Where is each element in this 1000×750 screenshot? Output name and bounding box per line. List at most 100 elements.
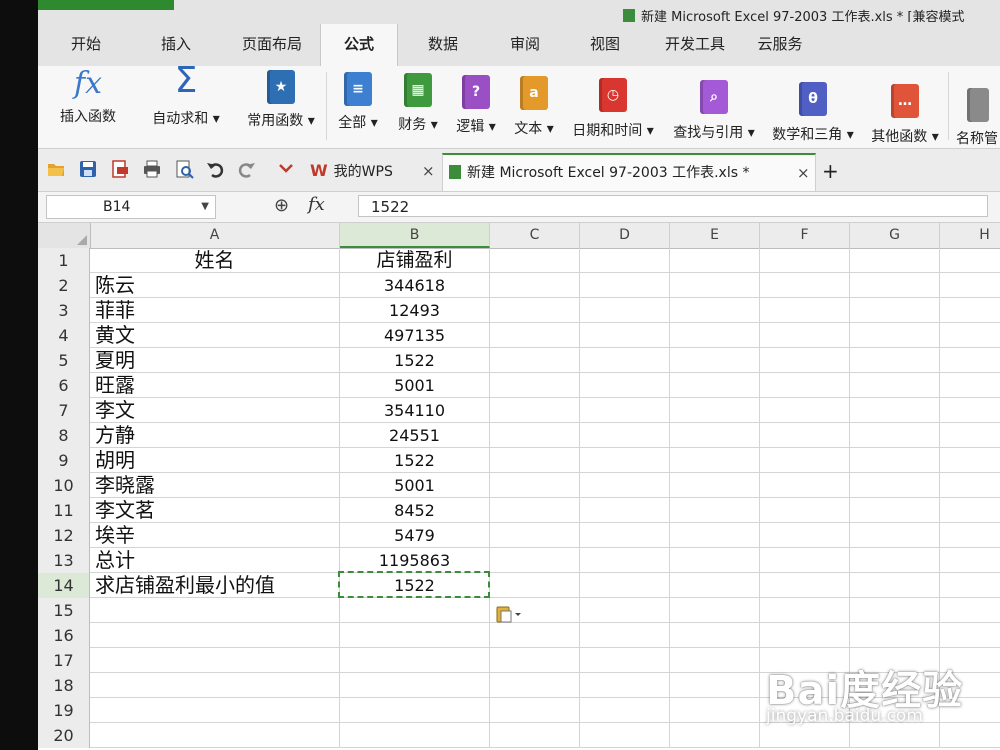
row-header[interactable]: 12 xyxy=(38,523,90,548)
cell-a[interactable]: 方静 xyxy=(90,423,340,448)
cell-b[interactable]: 354110 xyxy=(340,398,490,423)
logical-functions-button[interactable]: ? 逻辑 ▾ xyxy=(448,66,504,148)
empty-cell[interactable] xyxy=(850,423,940,448)
empty-cell[interactable] xyxy=(670,348,760,373)
column-header-c[interactable]: C xyxy=(490,223,580,248)
formula-input[interactable]: 1522 xyxy=(358,195,988,217)
insert-function-fx-icon[interactable]: fx xyxy=(308,194,325,215)
empty-cell[interactable] xyxy=(760,548,850,573)
new-tab-button[interactable]: + xyxy=(822,153,842,189)
empty-cell[interactable] xyxy=(670,698,760,723)
cell-b[interactable]: 497135 xyxy=(340,323,490,348)
row-header[interactable]: 13 xyxy=(38,548,90,573)
name-box[interactable]: B14 ▼ xyxy=(46,195,216,219)
tab-page-layout[interactable]: 页面布局 xyxy=(224,24,320,66)
cell-b[interactable]: 1522 xyxy=(340,348,490,373)
empty-cell[interactable] xyxy=(940,473,1000,498)
empty-cell[interactable] xyxy=(850,298,940,323)
empty-cell[interactable] xyxy=(670,373,760,398)
cell-b[interactable]: 店铺盈利 xyxy=(340,248,490,273)
empty-cell[interactable] xyxy=(490,398,580,423)
empty-cell[interactable] xyxy=(760,573,850,598)
empty-cell[interactable] xyxy=(760,373,850,398)
empty-cell[interactable] xyxy=(670,298,760,323)
empty-cell[interactable] xyxy=(940,323,1000,348)
financial-functions-button[interactable]: ▦ 财务 ▾ xyxy=(390,66,446,148)
empty-cell[interactable] xyxy=(850,323,940,348)
empty-cell[interactable] xyxy=(760,523,850,548)
empty-cell[interactable] xyxy=(490,323,580,348)
empty-cell[interactable] xyxy=(580,423,670,448)
empty-cell[interactable] xyxy=(670,573,760,598)
doc-tab-workbook[interactable]: 新建 Microsoft Excel 97-2003 工作表.xls * × xyxy=(442,153,816,191)
row-header[interactable]: 18 xyxy=(38,673,90,698)
empty-cell[interactable] xyxy=(580,723,670,748)
cell-b[interactable]: 1522 xyxy=(340,573,490,598)
empty-cell[interactable] xyxy=(850,548,940,573)
empty-cell[interactable] xyxy=(670,448,760,473)
empty-cell[interactable] xyxy=(940,623,1000,648)
cell-b[interactable] xyxy=(340,623,490,648)
cell-a[interactable]: 总计 xyxy=(90,548,340,573)
empty-cell[interactable] xyxy=(760,348,850,373)
column-header-e[interactable]: E xyxy=(670,223,760,248)
open-folder-icon[interactable] xyxy=(46,159,66,179)
wps-app-button[interactable] xyxy=(38,0,174,10)
empty-cell[interactable] xyxy=(760,423,850,448)
empty-cell[interactable] xyxy=(670,248,760,273)
empty-cell[interactable] xyxy=(490,698,580,723)
export-pdf-icon[interactable] xyxy=(110,159,130,179)
empty-cell[interactable] xyxy=(580,373,670,398)
empty-cell[interactable] xyxy=(940,248,1000,273)
empty-cell[interactable] xyxy=(940,548,1000,573)
row-header[interactable]: 16 xyxy=(38,623,90,648)
cell-b[interactable] xyxy=(340,648,490,673)
empty-cell[interactable] xyxy=(580,623,670,648)
empty-cell[interactable] xyxy=(490,548,580,573)
empty-cell[interactable] xyxy=(940,348,1000,373)
empty-cell[interactable] xyxy=(670,273,760,298)
empty-cell[interactable] xyxy=(940,398,1000,423)
row-header[interactable]: 14 xyxy=(38,573,90,598)
empty-cell[interactable] xyxy=(580,698,670,723)
empty-cell[interactable] xyxy=(760,448,850,473)
empty-cell[interactable] xyxy=(850,248,940,273)
empty-cell[interactable] xyxy=(490,248,580,273)
tab-developer-tools[interactable]: 开发工具 xyxy=(650,24,740,66)
cell-a[interactable] xyxy=(90,598,340,623)
empty-cell[interactable] xyxy=(940,373,1000,398)
empty-cell[interactable] xyxy=(670,598,760,623)
empty-cell[interactable] xyxy=(760,598,850,623)
cell-a[interactable]: 旺露 xyxy=(90,373,340,398)
cell-a[interactable]: 陈云 xyxy=(90,273,340,298)
empty-cell[interactable] xyxy=(490,373,580,398)
empty-cell[interactable] xyxy=(490,623,580,648)
name-box-dropdown-icon[interactable]: ▼ xyxy=(201,196,209,218)
empty-cell[interactable] xyxy=(490,298,580,323)
empty-cell[interactable] xyxy=(490,423,580,448)
row-header[interactable]: 17 xyxy=(38,648,90,673)
empty-cell[interactable] xyxy=(850,598,940,623)
save-icon[interactable] xyxy=(78,159,98,179)
lookup-reference-functions-button[interactable]: ⌕ 查找与引用 ▾ xyxy=(666,66,762,148)
empty-cell[interactable] xyxy=(670,523,760,548)
cell-a[interactable] xyxy=(90,673,340,698)
redo-icon[interactable] xyxy=(236,159,256,179)
row-header[interactable]: 8 xyxy=(38,423,90,448)
column-header-a[interactable]: A xyxy=(90,223,340,248)
empty-cell[interactable] xyxy=(580,548,670,573)
row-header[interactable]: 2 xyxy=(38,273,90,298)
print-icon[interactable] xyxy=(142,159,162,179)
row-header[interactable]: 9 xyxy=(38,448,90,473)
empty-cell[interactable] xyxy=(580,473,670,498)
print-preview-icon[interactable] xyxy=(174,159,194,179)
empty-cell[interactable] xyxy=(850,348,940,373)
empty-cell[interactable] xyxy=(850,398,940,423)
common-functions-button[interactable]: ★ 常用函数 ▾ xyxy=(236,66,326,148)
empty-cell[interactable] xyxy=(670,473,760,498)
cell-a[interactable]: 李晓露 xyxy=(90,473,340,498)
empty-cell[interactable] xyxy=(490,723,580,748)
customize-toolbar-icon[interactable] xyxy=(276,159,296,179)
empty-cell[interactable] xyxy=(490,573,580,598)
empty-cell[interactable] xyxy=(580,598,670,623)
